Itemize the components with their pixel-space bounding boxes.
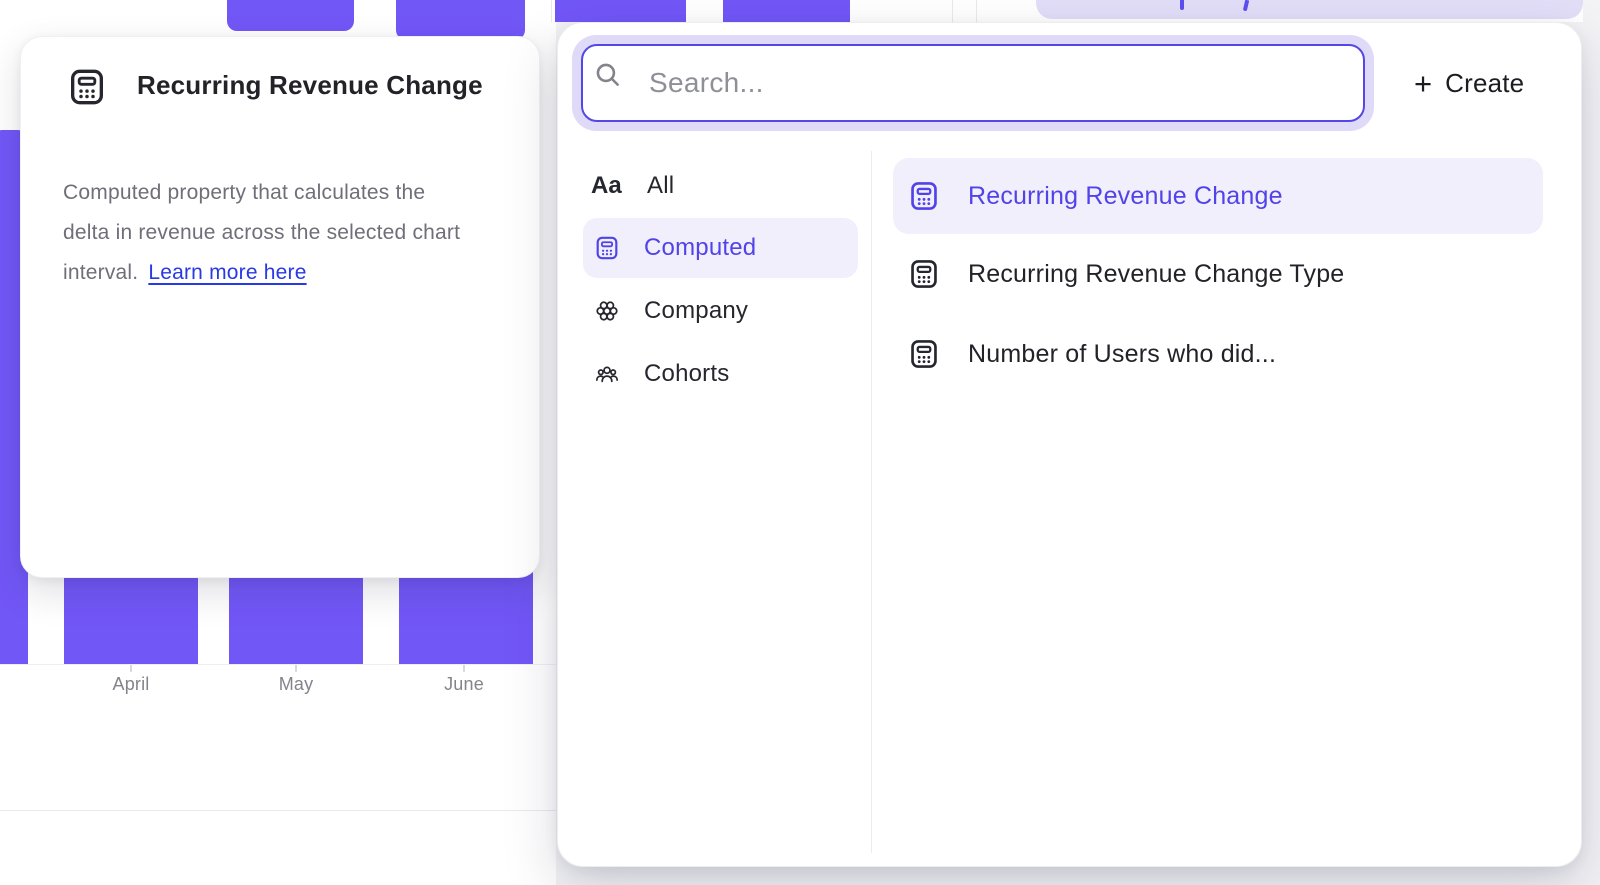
clipped-property-button[interactable] (1036, 0, 1583, 19)
result-label: Recurring Revenue Change (968, 182, 1283, 211)
company-icon (594, 298, 620, 324)
text-aa-icon: Aa (591, 172, 623, 200)
result-label: Recurring Revenue Change Type (968, 260, 1344, 289)
result-label: Number of Users who did... (968, 340, 1276, 369)
calculator-icon (908, 338, 940, 370)
axis-tick (295, 665, 297, 672)
x-axis-line (0, 664, 556, 665)
description-line: Computed property that calculates the (63, 173, 460, 213)
result-item-recurring-revenue-change[interactable]: Recurring Revenue Change (893, 158, 1543, 234)
calculator-icon (67, 67, 107, 107)
category-label: Company (644, 297, 748, 325)
description-line: interval.Learn more here (63, 253, 460, 293)
modal-divider (871, 151, 872, 853)
category-label: Computed (644, 234, 756, 262)
category-label: All (647, 172, 674, 200)
card-gap-line (551, 0, 552, 22)
tooltip-description: Computed property that calculates the de… (63, 173, 460, 293)
axis-tick (463, 665, 465, 672)
x-tick-label-april: April (71, 674, 191, 695)
category-label: Cohorts (644, 360, 729, 388)
category-item-company[interactable]: Company (583, 281, 858, 341)
calculator-icon (594, 235, 620, 261)
clipped-glyph (1243, 0, 1249, 11)
property-picker-modal: + Create Aa All Computed Company Cohorts… (557, 22, 1582, 867)
chart-bar (723, 0, 850, 22)
create-button[interactable]: + Create (1396, 55, 1542, 111)
x-tick-label-may: May (236, 674, 356, 695)
axis-tick (130, 665, 132, 672)
tooltip-title: Recurring Revenue Change (137, 70, 483, 101)
x-tick-label-june: June (404, 674, 524, 695)
cohorts-icon (594, 361, 620, 387)
category-item-all[interactable]: Aa All (583, 156, 858, 216)
background-card-edge (976, 0, 977, 22)
plus-icon: + (1414, 68, 1432, 99)
card-divider-line (0, 810, 556, 811)
chart-bar (396, 0, 525, 40)
result-item-recurring-revenue-change-type[interactable]: Recurring Revenue Change Type (893, 234, 1543, 314)
search-focus-ring (572, 35, 1374, 131)
chart-bar (227, 0, 354, 31)
search-input[interactable] (581, 44, 1365, 122)
description-line: delta in revenue across the selected cha… (63, 213, 460, 253)
clipped-glyph (1180, 0, 1184, 10)
create-button-label: Create (1445, 68, 1524, 99)
calculator-icon (908, 258, 940, 290)
category-item-cohorts[interactable]: Cohorts (583, 344, 858, 404)
property-tooltip-card: Recurring Revenue Change Computed proper… (20, 36, 540, 578)
result-item-number-of-users-who-did[interactable]: Number of Users who did... (893, 314, 1543, 394)
calculator-icon (908, 180, 940, 212)
category-item-computed[interactable]: Computed (583, 218, 858, 278)
chart-bar (555, 0, 686, 22)
learn-more-link[interactable]: Learn more here (148, 261, 306, 284)
background-card-edge (952, 0, 953, 22)
